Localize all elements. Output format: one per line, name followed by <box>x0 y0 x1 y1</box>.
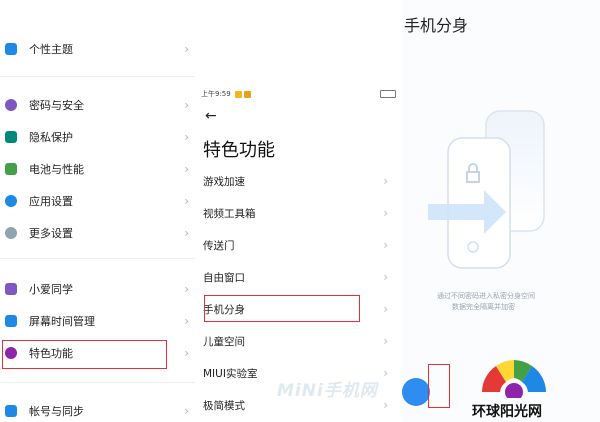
chevron-right-icon: › <box>184 130 189 144</box>
chevron-right-icon: › <box>184 42 189 56</box>
watermark-logo: MiNi手机网 <box>277 381 378 401</box>
second-space-screen: 手机分身 通过不同密码进入私密分身空间 数据完全隔离并加密 环球阳光网 <box>402 0 600 422</box>
feature-row-label: 儿童空间 <box>203 335 245 348</box>
divider <box>0 258 195 259</box>
chevron-right-icon: › <box>184 98 189 112</box>
chevron-right-icon: › <box>383 270 388 284</box>
account-icon <box>5 405 17 417</box>
settings-row-label: 小爱同学 <box>29 283 73 296</box>
settings-row-label: 屏幕时间管理 <box>29 315 95 328</box>
settings-row[interactable]: 小爱同学 › <box>0 274 195 304</box>
screen-time-icon <box>5 315 17 327</box>
settings-row[interactable]: 帐号与同步 › <box>0 396 195 422</box>
description-line-1: 通过不同密码进入私密分身空间 <box>437 292 535 300</box>
feature-row-label: MIUI实验室 <box>203 367 258 380</box>
settings-row-label: 帐号与同步 <box>29 405 84 418</box>
chevron-right-icon: › <box>184 346 189 360</box>
settings-row-label: 电池与性能 <box>29 163 84 176</box>
settings-row-label: 应用设置 <box>29 195 73 208</box>
settings-row[interactable]: 密码与安全 › <box>0 90 195 120</box>
chevron-right-icon: › <box>383 398 388 412</box>
second-space-illustration <box>428 110 545 269</box>
feature-row[interactable]: 视频工具箱 › <box>195 198 402 228</box>
feature-row[interactable]: 传送门 › <box>195 230 402 260</box>
site-watermark-text: 环球阳光网 <box>472 404 542 420</box>
chevron-right-icon: › <box>383 174 388 188</box>
highlight-box-button <box>428 364 450 408</box>
settings-row-label: 隐私保护 <box>29 131 73 144</box>
status-bar: 上午9:59 <box>201 88 396 100</box>
theme-icon <box>5 43 17 55</box>
feature-row-label: 极简模式 <box>203 399 245 412</box>
feature-row-label: 视频工具箱 <box>203 207 256 220</box>
settings-row[interactable]: 隐私保护 › <box>0 122 195 152</box>
chevron-right-icon: › <box>184 226 189 240</box>
settings-row[interactable]: 电池与性能 › <box>0 154 195 184</box>
back-button[interactable]: ← <box>205 108 217 124</box>
page-title: 特色功能 <box>203 140 275 161</box>
settings-list-panel: 个性主题 › 密码与安全 › 隐私保护 › 电池与性能 › 应用设置 › 更多设置 › 小爱同学 › 屏幕时… <box>0 0 195 422</box>
status-time: 上午9:59 <box>201 90 231 98</box>
divider <box>0 382 195 383</box>
chevron-right-icon: › <box>184 162 189 176</box>
chevron-right-icon: › <box>383 334 388 348</box>
chevron-right-icon: › <box>184 194 189 208</box>
settings-row[interactable]: 屏幕时间管理 › <box>0 306 195 336</box>
settings-row-label: 个性主题 <box>29 43 73 56</box>
settings-row-label: 更多设置 <box>29 227 73 240</box>
chevron-right-icon: › <box>184 282 189 296</box>
password-icon <box>5 99 17 111</box>
action-button[interactable] <box>402 378 430 406</box>
privacy-icon <box>5 131 17 143</box>
settings-row[interactable]: 更多设置 › <box>0 218 195 248</box>
chevron-right-icon: › <box>383 302 388 316</box>
notification-icons <box>234 90 251 98</box>
feature-row[interactable]: 游戏加速 › <box>195 166 402 196</box>
battery-icon <box>5 163 17 175</box>
feature-row-label: 传送门 <box>203 239 235 252</box>
feature-row[interactable]: 自由窗口 › <box>195 262 402 292</box>
feature-row-label: 自由窗口 <box>203 271 245 284</box>
chevron-right-icon: › <box>383 238 388 252</box>
feature-row-label: 游戏加速 <box>203 175 245 188</box>
highlight-box-special-features <box>2 340 167 369</box>
divider <box>0 76 195 77</box>
highlight-box-second-space <box>204 295 360 322</box>
settings-row[interactable]: 应用设置 › <box>0 186 195 216</box>
battery-icon <box>380 90 396 98</box>
settings-row[interactable]: 个性主题 › <box>0 34 195 64</box>
special-features-screen: 上午9:59 ← 特色功能 游戏加速 › 视频工具箱 › 传送门 › 自由窗口 › 手机分身 › 儿… <box>195 0 402 422</box>
chevron-right-icon: › <box>184 404 189 418</box>
site-logo-icon <box>482 360 546 398</box>
xiaoai-icon <box>5 283 17 295</box>
more-settings-icon <box>5 227 17 239</box>
chevron-right-icon: › <box>383 366 388 380</box>
foreground-phone-shape <box>447 137 511 269</box>
app-settings-icon <box>5 195 17 207</box>
feature-row[interactable]: 儿童空间 › <box>195 326 402 356</box>
chevron-right-icon: › <box>383 206 388 220</box>
description-line-2: 数据完全隔离并加密 <box>452 303 515 311</box>
settings-row-label: 密码与安全 <box>29 99 84 112</box>
chevron-right-icon: › <box>184 314 189 328</box>
